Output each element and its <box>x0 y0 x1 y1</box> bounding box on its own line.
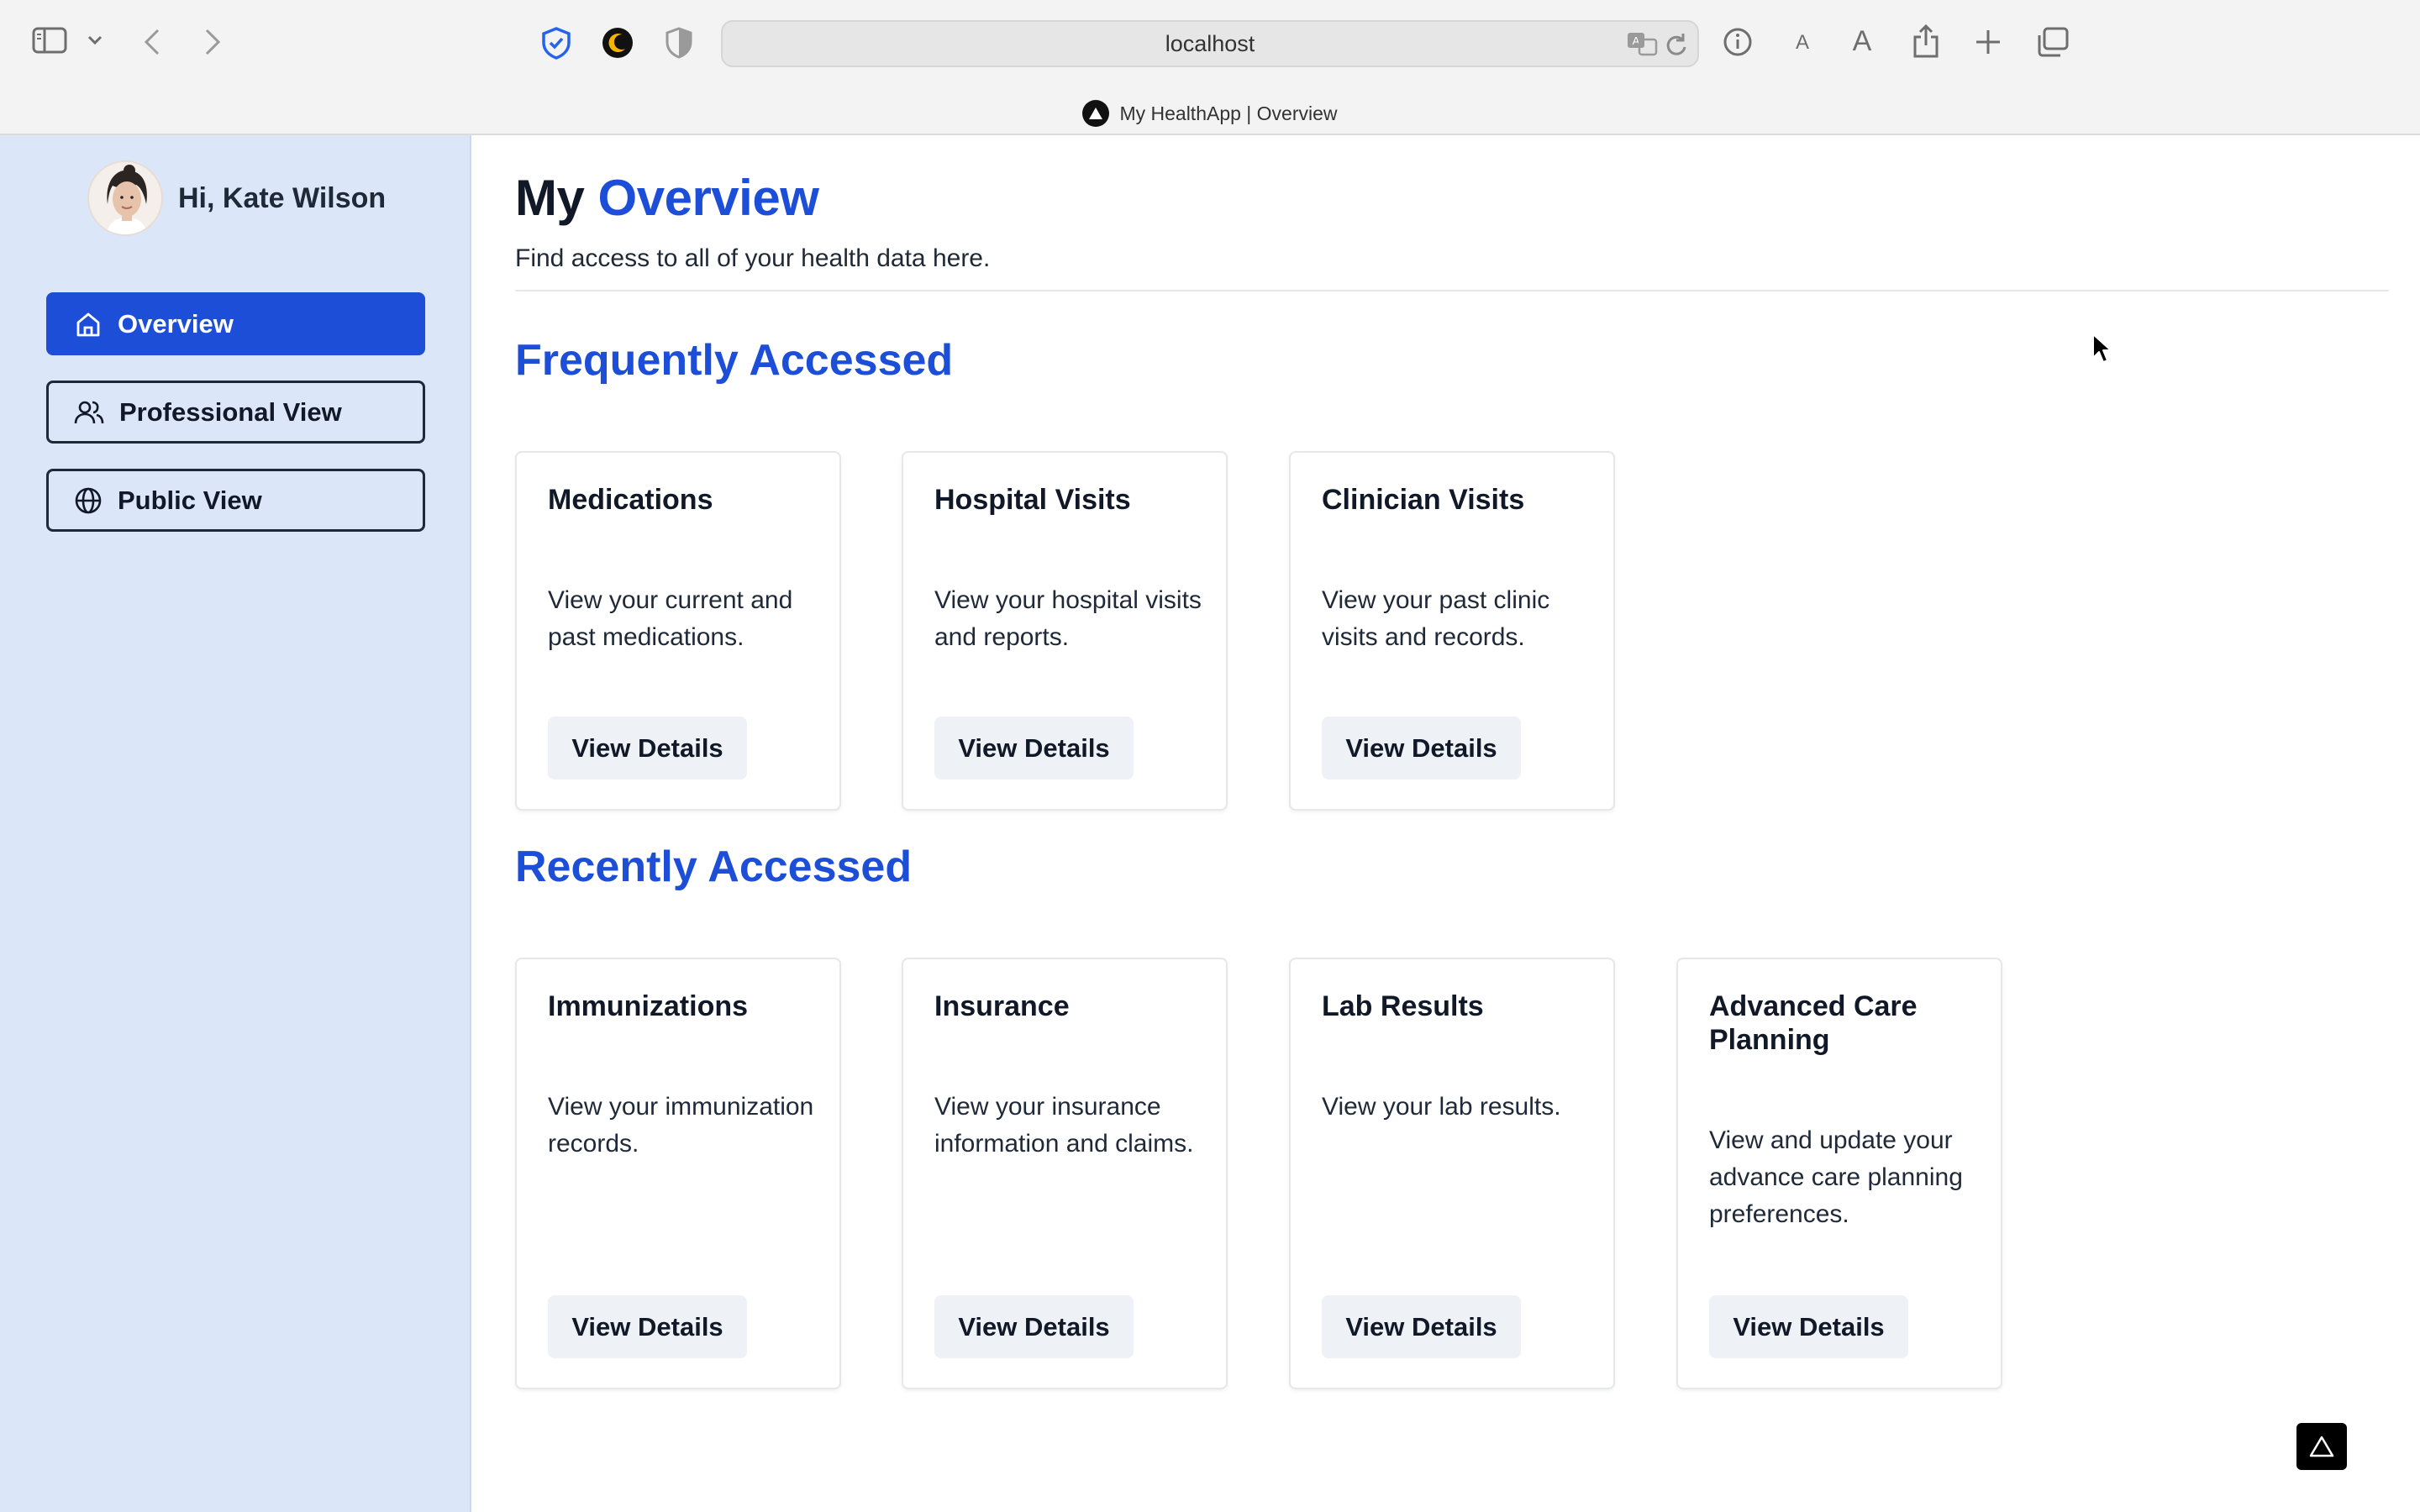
view-details-button[interactable]: View Details <box>1322 717 1521 780</box>
home-icon <box>76 312 100 336</box>
browser-toolbar: localhost A A A My HealthApp | Overview <box>0 0 2420 135</box>
dark-mode-icon[interactable] <box>601 26 634 60</box>
avatar[interactable] <box>87 160 163 236</box>
share-icon[interactable] <box>1912 24 1940 59</box>
info-icon[interactable] <box>1723 27 1753 57</box>
card-description: View your hospital visits and reports. <box>934 586 1202 651</box>
card-title: Lab Results <box>1322 990 1484 1022</box>
section-title-frequent: Frequently Accessed <box>515 336 954 385</box>
card-immunizations: Immunizations View your immunization rec… <box>515 958 841 1389</box>
svg-text:A: A <box>1853 25 1872 55</box>
forward-icon[interactable] <box>203 29 222 55</box>
chevron-down-icon[interactable] <box>87 35 103 45</box>
dev-tools-button[interactable] <box>2296 1423 2347 1470</box>
view-details-button[interactable]: View Details <box>548 717 747 780</box>
warning-triangle-icon <box>2309 1436 2334 1457</box>
reload-icon[interactable] <box>1665 32 1688 57</box>
svg-text:A: A <box>1796 31 1809 54</box>
card-title: Clinician Visits <box>1322 484 1525 516</box>
text-larger-icon[interactable]: A <box>1849 25 1875 55</box>
card-description: View your lab results. <box>1322 1093 1561 1121</box>
translate-icon[interactable]: A <box>1626 30 1658 57</box>
address-bar[interactable]: localhost A <box>721 20 1699 67</box>
sidebar-toggle-icon[interactable] <box>32 27 67 54</box>
card-medications: Medications View your current and past m… <box>515 451 841 811</box>
card-title: Immunizations <box>548 990 749 1022</box>
page-title: My Overview <box>515 169 819 227</box>
sidebar-item-label: Public View <box>118 485 262 515</box>
main-content: My Overview Find access to all of your h… <box>471 135 2420 1512</box>
tab-title: My HealthApp | Overview <box>1119 102 1338 124</box>
card-title: Insurance <box>934 990 1070 1022</box>
card-hospital-visits: Hospital Visits View your hospital visit… <box>902 451 1228 811</box>
card-description: View your current and past medications. <box>548 586 793 651</box>
card-title: Hospital Visits <box>934 484 1131 516</box>
card-advanced-care-planning: Advanced Care Planning View and update y… <box>1676 958 2002 1389</box>
page-title-prefix: My <box>515 170 585 226</box>
view-details-button[interactable]: View Details <box>548 1295 747 1358</box>
card-description: View your insurance information and clai… <box>934 1093 1194 1158</box>
active-tab[interactable]: My HealthApp | Overview <box>0 92 2420 134</box>
privacy-shield-icon[interactable] <box>664 27 694 59</box>
view-details-button[interactable]: View Details <box>1709 1295 1908 1358</box>
card-description: View your past clinic visits and records… <box>1322 586 1550 651</box>
mouse-cursor-icon <box>2091 333 2112 369</box>
profile-header: Hi, Kate Wilson <box>87 160 386 236</box>
shield-icon[interactable] <box>539 26 573 60</box>
greeting-text: Hi, Kate Wilson <box>178 181 387 214</box>
card-description: View your immunization records. <box>548 1093 814 1158</box>
divider <box>515 290 2389 291</box>
card-insurance: Insurance View your insurance informatio… <box>902 958 1228 1389</box>
card-lab-results: Lab Results View your lab results. View … <box>1289 958 1615 1389</box>
card-title: Advanced Care Planning <box>1709 990 1918 1056</box>
globe-icon <box>75 487 102 513</box>
view-details-button[interactable]: View Details <box>1322 1295 1521 1358</box>
sidebar-item-overview[interactable]: Overview <box>46 292 425 355</box>
favicon-icon <box>1082 100 1110 127</box>
url-text[interactable]: localhost <box>723 22 1697 66</box>
sidebar-item-label: Professional View <box>119 396 342 427</box>
tab-overview-icon[interactable] <box>2037 27 2069 57</box>
card-title: Medications <box>548 484 713 516</box>
card-description: View and update your advance care planni… <box>1709 1126 1963 1228</box>
new-tab-icon[interactable] <box>1975 29 2002 55</box>
section-title-recent: Recently Accessed <box>515 843 913 891</box>
sidebar: Hi, Kate Wilson Overview Professional Vi… <box>0 135 471 1512</box>
text-smaller-icon[interactable]: A <box>1792 29 1812 54</box>
sidebar-item-label: Overview <box>118 308 234 339</box>
sidebar-item-public-view[interactable]: Public View <box>46 469 425 532</box>
card-clinician-visits: Clinician Visits View your past clinic v… <box>1289 451 1615 811</box>
back-icon[interactable] <box>143 29 161 55</box>
view-details-button[interactable]: View Details <box>934 1295 1134 1358</box>
users-icon <box>74 401 104 423</box>
sidebar-item-professional-view[interactable]: Professional View <box>46 381 425 444</box>
page-title-accent: Overview <box>597 170 819 226</box>
page-subtitle: Find access to all of your health data h… <box>515 244 991 272</box>
view-details-button[interactable]: View Details <box>934 717 1134 780</box>
